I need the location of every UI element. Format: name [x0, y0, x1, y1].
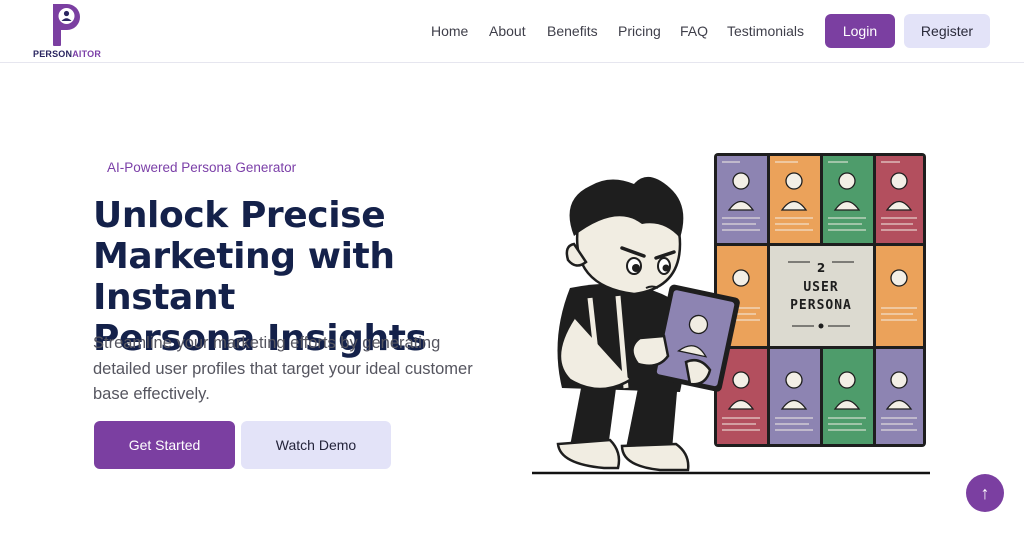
scroll-to-top-button[interactable]: ↑	[966, 474, 1004, 512]
persona-board-illustration: 2 USER PERSONA	[532, 153, 930, 475]
hero-subtext: Streamline your marketing efforts by gen…	[93, 334, 473, 403]
watch-demo-button[interactable]: Watch Demo	[241, 421, 391, 469]
board-title-line1: USER	[803, 280, 838, 295]
nav-benefits[interactable]: Benefits	[547, 23, 598, 39]
logo-wordmark-part2: AITOR	[72, 49, 102, 59]
nav-home[interactable]: Home	[431, 23, 468, 39]
nav-testimonials[interactable]: Testimonials	[727, 23, 804, 39]
nav-pricing[interactable]: Pricing	[618, 23, 661, 39]
board-number: 2	[817, 261, 825, 275]
logo-wordmark-part1: PERSON	[33, 49, 73, 59]
nav-about[interactable]: About	[489, 23, 526, 39]
get-started-button[interactable]: Get Started	[94, 421, 235, 469]
arrow-up-icon: ↑	[980, 482, 990, 503]
board-title-line2: PERSONA	[790, 298, 852, 313]
hero-eyebrow: AI-Powered Persona Generator	[107, 160, 297, 175]
site-header: PERSONAITOR Home About Benefits Pricing …	[0, 0, 1024, 63]
nav-faq[interactable]: FAQ	[680, 23, 708, 39]
headline-line-1: Unlock Precise	[93, 195, 386, 236]
login-button[interactable]: Login	[825, 14, 895, 48]
register-button[interactable]: Register	[904, 14, 990, 48]
logo-wordmark: PERSONAITOR	[33, 49, 101, 59]
headline-line-2: Marketing with Instant	[93, 236, 395, 318]
